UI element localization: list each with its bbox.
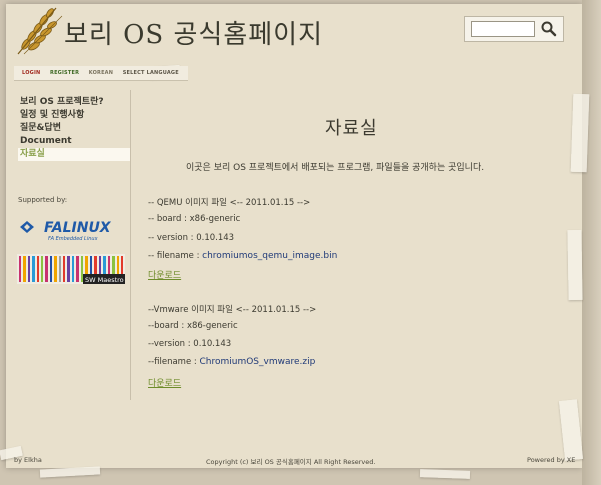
supported-by-label: Supported by: <box>18 196 68 204</box>
tape-decoration <box>570 93 590 173</box>
tape-decoration <box>419 469 471 479</box>
sidebar-item-about[interactable]: 보리 OS 프로젝트란? <box>18 96 130 109</box>
search-input[interactable] <box>471 21 535 37</box>
top-nav: LOGIN REGISTER KOREAN SELECT LANGUAGE <box>14 66 188 81</box>
sidebar-item-qna[interactable]: 질문&답변 <box>18 122 130 135</box>
login-link[interactable]: LOGIN <box>22 70 40 76</box>
qemu-heading: -- QEMU 이미지 파일 <-- 2011.01.15 --> <box>148 198 311 208</box>
tape-decoration <box>39 466 101 478</box>
sidebar: 보리 OS 프로젝트란? 일정 및 진행사항 질문&답변 Document 자료… <box>18 96 130 161</box>
site-title[interactable]: 보리 OS 공식홈페이지 <box>64 14 323 51</box>
tape-decoration <box>567 229 583 301</box>
falinux-logo[interactable]: FALINUX FA Embedded Linux <box>18 216 126 244</box>
page-title: 자료실 <box>325 118 378 139</box>
sw-maestro-logo[interactable]: SW Maestro <box>17 254 125 284</box>
qemu-board: -- board : x86-generic <box>148 214 241 224</box>
sidebar-divider <box>130 90 131 400</box>
qemu-filename-link[interactable]: chromiumos_qemu_image.bin <box>202 251 337 261</box>
qemu-filename-row: -- filename : chromiumos_qemu_image.bin <box>148 251 337 261</box>
select-language[interactable]: SELECT LANGUAGE <box>123 70 179 76</box>
vmware-filename-link[interactable]: ChromiumOS_vmware.zip <box>199 357 315 367</box>
sw-maestro-text: SW Maestro <box>85 276 124 284</box>
falinux-text: FALINUX <box>44 220 112 236</box>
page-intro: 이곳은 보리 OS 프로젝트에서 배포되는 프로그램, 파일들을 공개하는 곳입… <box>186 163 485 173</box>
search-box <box>464 16 564 42</box>
vmware-download-link[interactable]: 다운로드 <box>148 376 181 389</box>
falinux-subtext: FA Embedded Linux <box>48 236 98 242</box>
language-korean[interactable]: KOREAN <box>89 70 113 76</box>
vmware-board: --board : x86-generic <box>148 321 238 331</box>
footer-powered-by[interactable]: Powered by XE <box>527 456 575 464</box>
right-edge <box>582 0 601 485</box>
barley-logo-icon <box>17 7 63 55</box>
register-link[interactable]: REGISTER <box>50 70 79 76</box>
sidebar-item-downloads[interactable]: 자료실 <box>18 148 130 161</box>
vmware-heading: --Vmware 이미지 파일 <-- 2011.01.15 --> <box>148 305 317 315</box>
qemu-filename-label: -- filename : <box>148 251 200 261</box>
footer-author[interactable]: by Elkha <box>14 456 42 464</box>
qemu-download-link[interactable]: 다운로드 <box>148 268 181 281</box>
vmware-filename-row: --filename : ChromiumOS_vmware.zip <box>148 357 315 367</box>
vmware-version: --version : 0.10.143 <box>148 339 232 349</box>
sidebar-item-schedule[interactable]: 일정 및 진행사항 <box>18 109 130 122</box>
footer-copyright: Copyright (c) 보리 OS 공식홈페이지 All Right Res… <box>206 458 376 466</box>
qemu-version: -- version : 0.10.143 <box>148 233 235 243</box>
vmware-filename-label: --filename : <box>148 357 197 367</box>
sidebar-item-document[interactable]: Document <box>18 135 130 148</box>
search-icon[interactable] <box>539 19 559 39</box>
